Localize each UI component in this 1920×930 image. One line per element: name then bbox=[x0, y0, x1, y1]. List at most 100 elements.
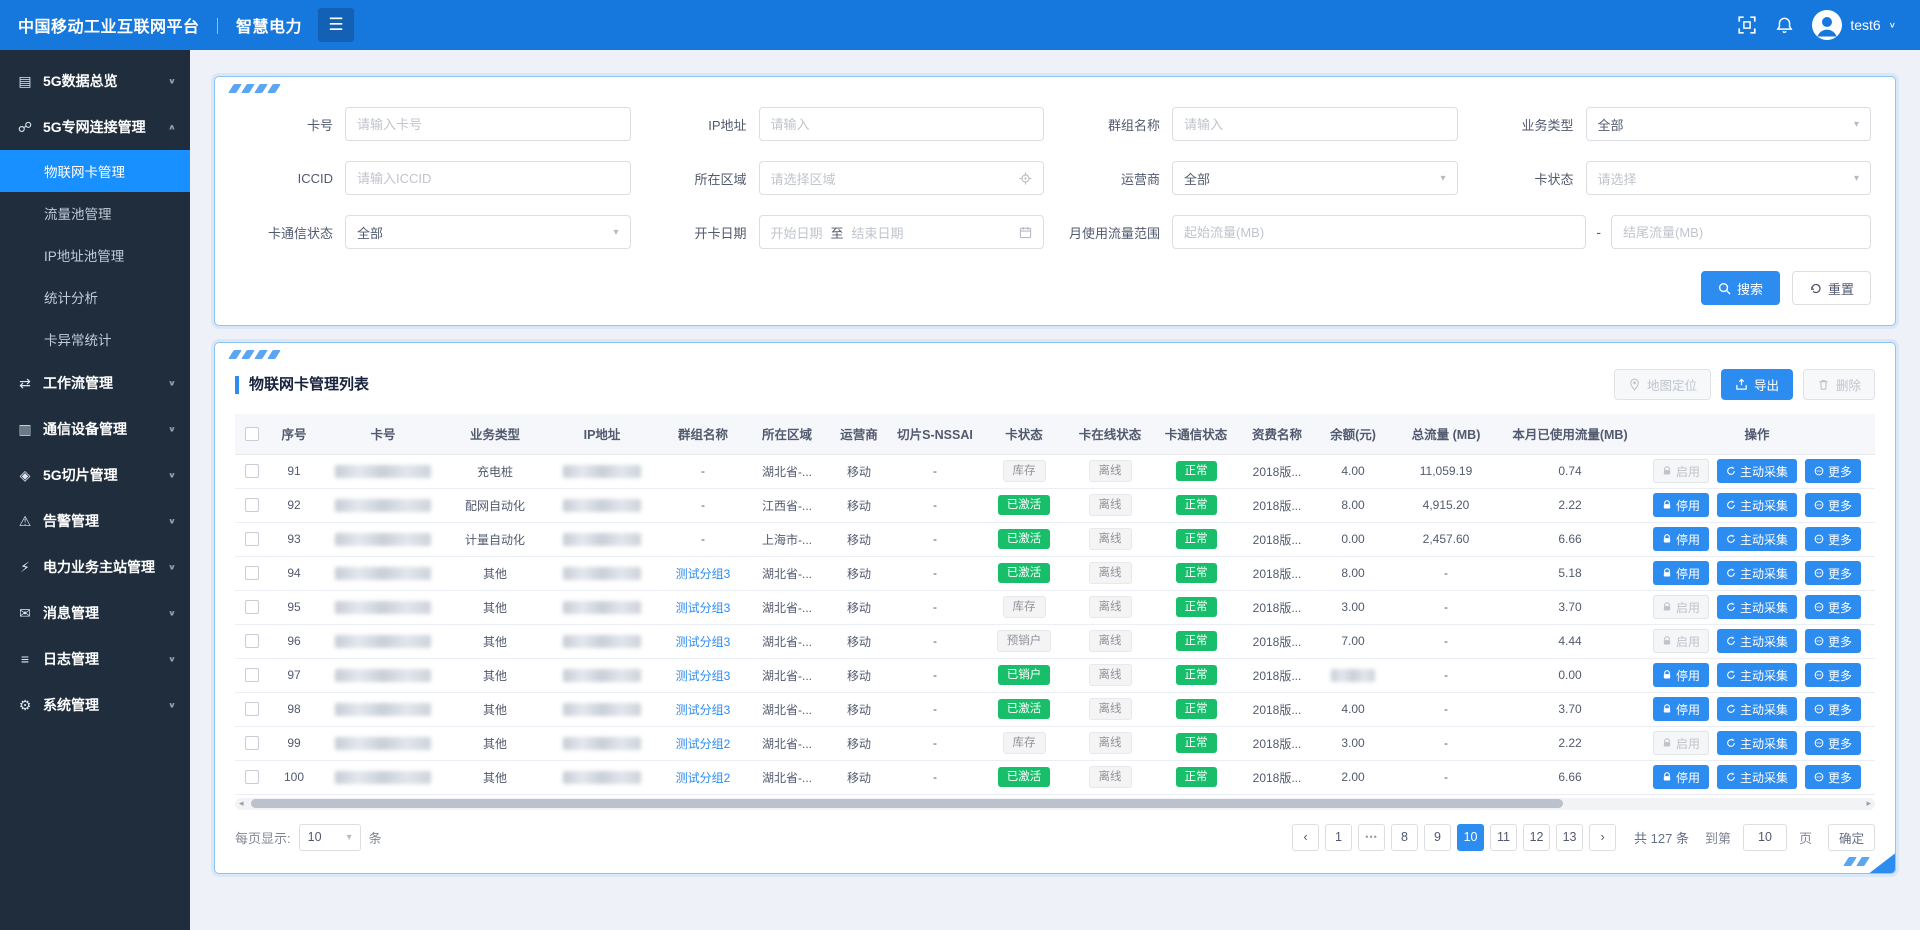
enable-card-button[interactable]: 启用 bbox=[1653, 629, 1709, 653]
sidebar-item-workflow-mgmt[interactable]: ⇄工作流管理∨ bbox=[0, 360, 190, 406]
more-button[interactable]: 更多 bbox=[1805, 493, 1861, 517]
fullscreen-button[interactable] bbox=[1737, 15, 1757, 35]
row-checkbox[interactable] bbox=[245, 498, 259, 512]
disable-card-button[interactable]: 停用 bbox=[1653, 493, 1709, 517]
disable-card-button[interactable]: 停用 bbox=[1653, 697, 1709, 721]
sidebar-item-alarm-mgmt[interactable]: ⚠告警管理∨ bbox=[0, 498, 190, 544]
enable-card-button[interactable]: 启用 bbox=[1653, 731, 1709, 755]
horizontal-scrollbar[interactable]: ◂ ▸ bbox=[235, 798, 1875, 810]
group-link[interactable]: 测试分组2 bbox=[676, 771, 731, 785]
user-menu[interactable]: test6 ∨ bbox=[1812, 10, 1896, 40]
search-button[interactable]: 搜索 bbox=[1701, 271, 1780, 305]
active-collect-button[interactable]: 主动采集 bbox=[1717, 493, 1797, 517]
page-button-1[interactable]: 1 bbox=[1325, 824, 1352, 851]
open-date-range-picker[interactable]: 开始日期 至 结束日期 bbox=[759, 215, 1045, 249]
reset-button[interactable]: 重置 bbox=[1792, 271, 1871, 305]
more-button[interactable]: 更多 bbox=[1805, 697, 1861, 721]
region-select[interactable]: 请选择区域 bbox=[759, 161, 1045, 195]
row-checkbox[interactable] bbox=[245, 702, 259, 716]
row-checkbox[interactable] bbox=[245, 770, 259, 784]
business-type-select[interactable]: 全部 ▾ bbox=[1586, 107, 1872, 141]
row-checkbox[interactable] bbox=[245, 668, 259, 682]
group-link[interactable]: 测试分组2 bbox=[676, 737, 731, 751]
row-checkbox[interactable] bbox=[245, 600, 259, 614]
sidebar-subitem-iot-card-mgmt[interactable]: 物联网卡管理 bbox=[0, 150, 190, 192]
active-collect-button[interactable]: 主动采集 bbox=[1717, 527, 1797, 551]
active-collect-button[interactable]: 主动采集 bbox=[1717, 697, 1797, 721]
group-link[interactable]: 测试分组3 bbox=[676, 635, 731, 649]
disable-card-button[interactable]: 停用 bbox=[1653, 663, 1709, 687]
ip-input[interactable] bbox=[759, 107, 1045, 141]
disable-card-button[interactable]: 停用 bbox=[1653, 527, 1709, 551]
more-button[interactable]: 更多 bbox=[1805, 561, 1861, 585]
sidebar-item-power-business-station-mgmt[interactable]: ⚡电力业务主站管理∨ bbox=[0, 544, 190, 590]
sidebar-item-system-mgmt[interactable]: ⚙系统管理∨ bbox=[0, 682, 190, 728]
active-collect-button[interactable]: 主动采集 bbox=[1717, 595, 1797, 619]
disable-card-button[interactable]: 停用 bbox=[1653, 561, 1709, 585]
active-collect-button[interactable]: 主动采集 bbox=[1717, 765, 1797, 789]
more-button[interactable]: 更多 bbox=[1805, 731, 1861, 755]
page-button-10[interactable]: 10 bbox=[1457, 824, 1484, 851]
row-checkbox[interactable] bbox=[245, 566, 259, 580]
operator-select[interactable]: 全部 ▾ bbox=[1172, 161, 1458, 195]
active-collect-button[interactable]: 主动采集 bbox=[1717, 459, 1797, 483]
usage-end-input[interactable] bbox=[1611, 215, 1871, 249]
ellipsis-button[interactable]: ••• bbox=[1358, 824, 1385, 851]
disable-card-button[interactable]: 停用 bbox=[1653, 765, 1709, 789]
sidebar-item-5g-data-overview[interactable]: ▤5G数据总览∨ bbox=[0, 58, 190, 104]
goto-confirm-button[interactable]: 确定 bbox=[1828, 824, 1875, 851]
group-link[interactable]: 测试分组3 bbox=[676, 567, 731, 581]
scrollbar-thumb[interactable] bbox=[251, 799, 1563, 808]
sidebar-subitem-flow-pool-mgmt[interactable]: 流量池管理 bbox=[0, 192, 190, 234]
page-button-12[interactable]: 12 bbox=[1523, 824, 1550, 851]
row-checkbox[interactable] bbox=[245, 464, 259, 478]
goto-page-input[interactable] bbox=[1743, 824, 1787, 851]
card-status-select[interactable]: 请选择 ▾ bbox=[1586, 161, 1872, 195]
sidebar-toggle-button[interactable]: ☰ bbox=[318, 8, 354, 42]
group-link[interactable]: 测试分组3 bbox=[676, 669, 731, 683]
export-button[interactable]: 导出 bbox=[1721, 369, 1793, 400]
group-link[interactable]: 测试分组3 bbox=[676, 703, 731, 717]
scroll-right-arrow-icon[interactable]: ▸ bbox=[1866, 798, 1871, 809]
row-checkbox[interactable] bbox=[245, 532, 259, 546]
more-button[interactable]: 更多 bbox=[1805, 663, 1861, 687]
more-button[interactable]: 更多 bbox=[1805, 595, 1861, 619]
card-comm-status-select[interactable]: 全部 ▾ bbox=[345, 215, 631, 249]
select-all-checkbox[interactable] bbox=[245, 427, 259, 441]
enable-card-button[interactable]: 启用 bbox=[1653, 459, 1709, 483]
iccid-input[interactable] bbox=[345, 161, 631, 195]
more-button[interactable]: 更多 bbox=[1805, 459, 1861, 483]
sidebar-subitem-ip-pool-mgmt[interactable]: IP地址池管理 bbox=[0, 234, 190, 276]
group-link[interactable]: 测试分组3 bbox=[676, 601, 731, 615]
more-button[interactable]: 更多 bbox=[1805, 765, 1861, 789]
notifications-button[interactable] bbox=[1775, 16, 1794, 35]
sidebar-item-message-mgmt[interactable]: ✉消息管理∨ bbox=[0, 590, 190, 636]
active-collect-button[interactable]: 主动采集 bbox=[1717, 731, 1797, 755]
prev-page-button[interactable]: ‹ bbox=[1292, 824, 1319, 851]
page-button-8[interactable]: 8 bbox=[1391, 824, 1418, 851]
sidebar-item-log-mgmt[interactable]: ≡日志管理∨ bbox=[0, 636, 190, 682]
sidebar-item-5g-slice-mgmt[interactable]: ◈5G切片管理∨ bbox=[0, 452, 190, 498]
enable-card-button[interactable]: 启用 bbox=[1653, 595, 1709, 619]
page-button-9[interactable]: 9 bbox=[1424, 824, 1451, 851]
page-button-13[interactable]: 13 bbox=[1556, 824, 1583, 851]
more-button[interactable]: 更多 bbox=[1805, 629, 1861, 653]
more-button[interactable]: 更多 bbox=[1805, 527, 1861, 551]
active-collect-button[interactable]: 主动采集 bbox=[1717, 629, 1797, 653]
group-name-input[interactable] bbox=[1172, 107, 1458, 141]
row-checkbox[interactable] bbox=[245, 634, 259, 648]
sidebar-item-comm-device-mgmt[interactable]: ▥通信设备管理∨ bbox=[0, 406, 190, 452]
usage-start-input[interactable] bbox=[1172, 215, 1586, 249]
sidebar-item-5g-network-connection-mgmt[interactable]: ☍5G专网连接管理∧ bbox=[0, 104, 190, 150]
card-no-input[interactable] bbox=[345, 107, 631, 141]
scroll-left-arrow-icon[interactable]: ◂ bbox=[239, 798, 244, 809]
delete-button[interactable]: 删除 bbox=[1803, 369, 1875, 400]
active-collect-button[interactable]: 主动采集 bbox=[1717, 561, 1797, 585]
sidebar-subitem-card-abnormal-statistics[interactable]: 卡异常统计 bbox=[0, 318, 190, 360]
page-button-11[interactable]: 11 bbox=[1490, 824, 1517, 851]
map-locate-button[interactable]: 地图定位 bbox=[1614, 369, 1711, 400]
next-page-button[interactable]: › bbox=[1589, 824, 1616, 851]
active-collect-button[interactable]: 主动采集 bbox=[1717, 663, 1797, 687]
sidebar-subitem-statistics-analysis[interactable]: 统计分析 bbox=[0, 276, 190, 318]
row-checkbox[interactable] bbox=[245, 736, 259, 750]
